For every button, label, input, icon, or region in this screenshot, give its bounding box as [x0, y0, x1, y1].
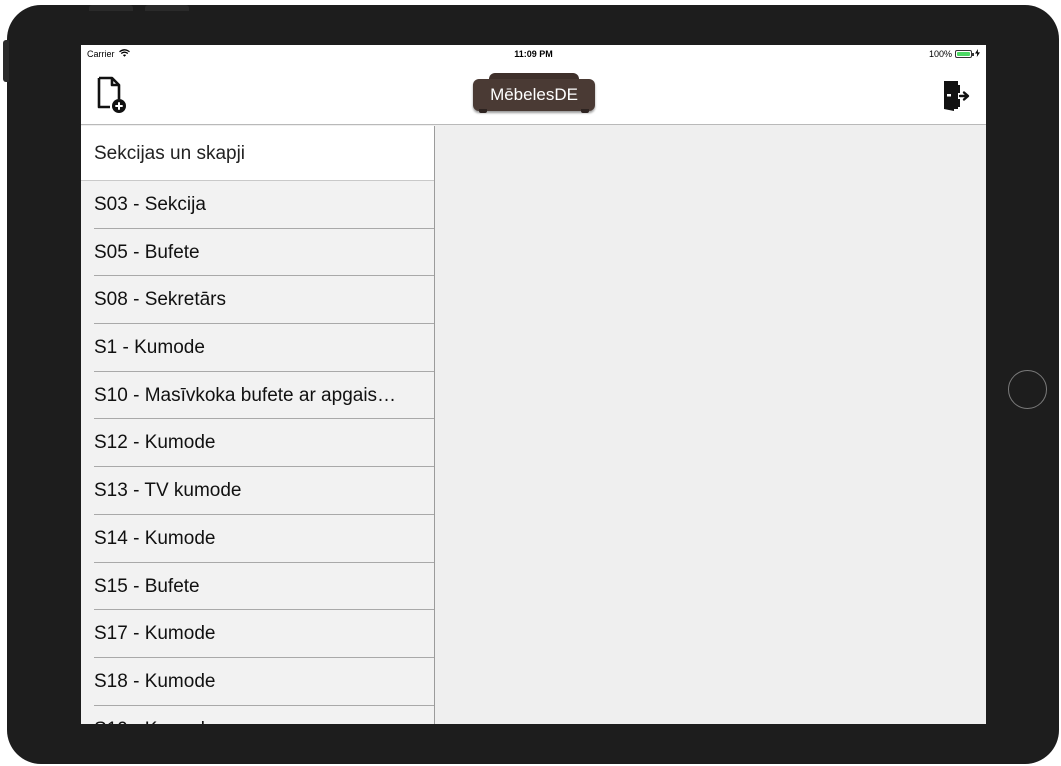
section-header: Sekcijas un skapji — [81, 126, 434, 181]
product-list[interactable]: Sekcijas un skapji S03 - Sekcija S05 - B… — [81, 126, 435, 724]
list-item[interactable]: S19 - Kumode — [94, 706, 434, 724]
new-document-icon — [93, 76, 133, 119]
list-item[interactable]: S05 - Bufete — [94, 229, 434, 277]
charging-icon — [975, 49, 980, 59]
battery-percent: 100% — [928, 49, 952, 59]
list-item[interactable]: S14 - Kumode — [94, 515, 434, 563]
volume-button — [89, 5, 133, 11]
list-item[interactable]: S08 - Sekretārs — [94, 276, 434, 325]
list-item[interactable]: S18 - Kumode — [94, 658, 434, 706]
app-logo: MēbelesDE — [471, 73, 597, 113]
list-item[interactable]: S15 - Bufete — [94, 563, 434, 611]
battery-icon — [955, 50, 974, 58]
list-item[interactable]: S1 - Kumode — [94, 324, 434, 372]
logout-button[interactable] — [938, 77, 974, 113]
status-bar: Carrier 11:09 PM 100% — [81, 45, 986, 63]
list-item[interactable]: S12 - Kumode — [94, 419, 434, 468]
screen: Carrier 11:09 PM 100% MēbelesDE Sekcijas… — [81, 45, 986, 724]
detail-pane — [437, 126, 986, 724]
list-item[interactable]: S17 - Kumode — [94, 610, 434, 658]
app-title: MēbelesDE — [473, 79, 595, 111]
list-item[interactable]: S03 - Sekcija — [94, 181, 434, 229]
volume-button — [145, 5, 189, 11]
new-document-button[interactable] — [93, 75, 133, 115]
side-button — [3, 40, 9, 82]
logout-door-icon — [938, 81, 974, 117]
list-item[interactable]: S13 - TV kumode — [94, 467, 434, 515]
navigation-bar: MēbelesDE — [81, 63, 986, 125]
status-time: 11:09 PM — [514, 49, 553, 59]
home-button[interactable] — [1008, 370, 1047, 409]
list-item[interactable]: S10 - Masīvkoka bufete ar apgais… — [94, 372, 434, 420]
